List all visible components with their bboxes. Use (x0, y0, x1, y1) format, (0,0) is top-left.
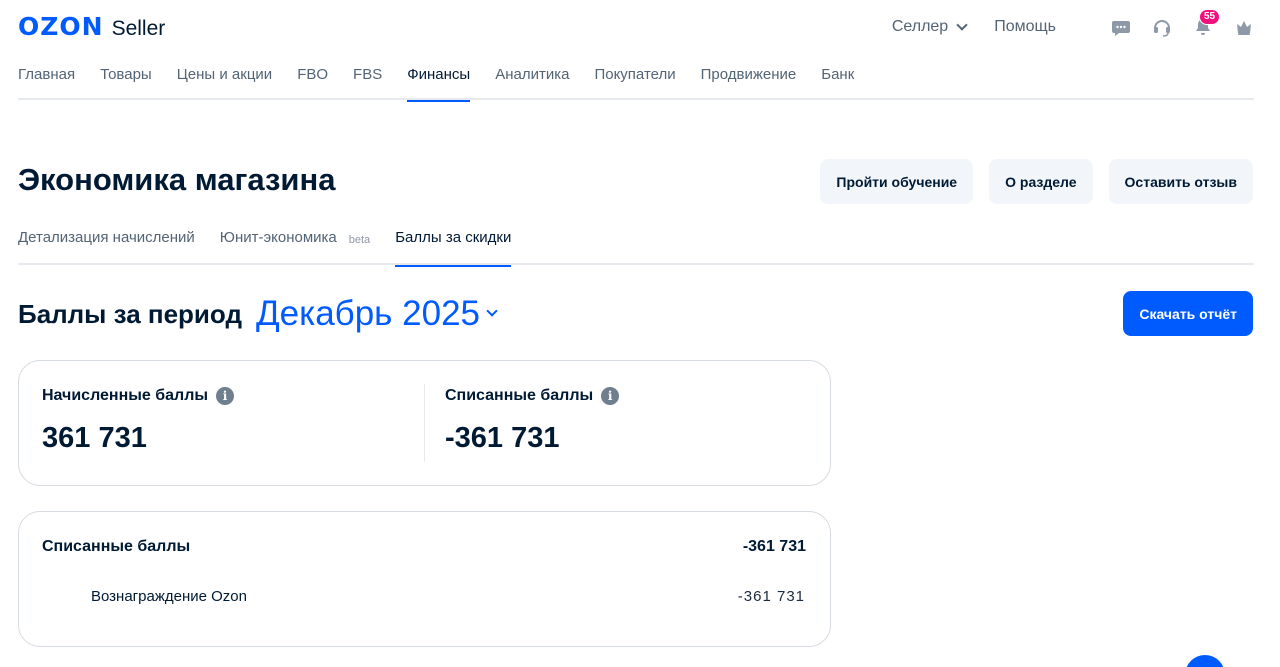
period-label: Баллы за период (18, 298, 242, 329)
seller-menu-button[interactable]: Селлер (891, 18, 968, 36)
accrued-points-value: 361 731 (42, 422, 147, 454)
page-title: Экономика магазина (18, 162, 336, 197)
period-selector[interactable]: Декабрь 2025 (255, 294, 498, 334)
seller-menu-label: Селлер (891, 18, 949, 35)
info-icon[interactable]: i (601, 387, 620, 405)
learn-button[interactable]: Пройти обучение (820, 159, 974, 204)
beta-badge: beta (348, 234, 371, 246)
accrued-points-label: Начисленные баллы (42, 387, 209, 404)
debited-points-label: Списанные баллы (445, 387, 594, 404)
tab-unit-economics-label: Юнит-экономика (219, 229, 337, 246)
ozon-seller-logo[interactable]: OZON Seller (18, 12, 165, 41)
chevron-down-icon (486, 305, 498, 317)
nav-item-analytics[interactable]: Аналитика (495, 66, 569, 100)
tab-accrual-details-label: Детализация начислений (18, 229, 195, 246)
nav-item-prices[interactable]: Цены и акции (177, 66, 272, 100)
section-tabs: Детализация начислений Юнит-экономика be… (18, 229, 1254, 267)
period-row: Баллы за период Декабрь 2025 (18, 291, 498, 337)
period-value: Декабрь 2025 (255, 294, 481, 333)
nav-item-fbo[interactable]: FBO (297, 66, 328, 100)
breakdown-row-value: -361 731 (737, 588, 805, 605)
notifications-bell-icon[interactable]: 55 (1193, 9, 1221, 37)
summary-divider (424, 384, 425, 462)
nav-item-main[interactable]: Главная (18, 66, 75, 100)
breakdown-row-label: Вознаграждение Ozon (91, 588, 247, 605)
logo-ozon-text: OZON (18, 12, 104, 41)
logo-seller-text: Seller (111, 17, 166, 40)
crown-icon[interactable] (1234, 17, 1254, 37)
top-bar: OZON Seller Селлер Помощь 55 (18, 0, 1254, 52)
help-link[interactable]: Помощь (994, 18, 1056, 36)
accrued-points-stat: Начисленные баллы i 361 731 (42, 387, 235, 455)
chat-icon[interactable] (1111, 17, 1131, 37)
accrued-points-label-row: Начисленные баллы i (42, 387, 235, 405)
nav-item-promotion[interactable]: Продвижение (701, 66, 797, 100)
help-label: Помощь (994, 18, 1056, 35)
about-section-button[interactable]: О разделе (989, 159, 1093, 204)
nav-item-customers[interactable]: Покупатели (594, 66, 675, 100)
debited-points-breakdown-card: Списанные баллы -361 731 Вознаграждение … (18, 511, 831, 647)
nav-item-fbs[interactable]: FBS (353, 66, 382, 100)
tab-discount-points[interactable]: Баллы за скидки (395, 229, 512, 267)
page-actions: Пройти обучение О разделе Оставить отзыв (804, 159, 1253, 204)
nav-item-bank[interactable]: Банк (821, 66, 854, 100)
breakdown-header-row: Списанные баллы -361 731 (42, 538, 806, 556)
chat-support-fab[interactable] (1185, 655, 1225, 667)
breakdown-title: Списанные баллы (42, 538, 191, 555)
info-icon[interactable]: i (216, 387, 235, 405)
headset-support-icon[interactable] (1152, 17, 1172, 37)
main-nav: Главная Товары Цены и акции FBO FBS Фина… (18, 66, 1254, 102)
tab-discount-points-label: Баллы за скидки (395, 229, 512, 246)
chevron-down-icon (956, 19, 968, 31)
notifications-badge: 55 (1199, 9, 1221, 25)
nav-item-products[interactable]: Товары (100, 66, 152, 100)
download-report-button[interactable]: Скачать отчёт (1123, 291, 1253, 336)
debited-points-stat: Списанные баллы i -361 731 (445, 387, 620, 455)
top-right-menu: Селлер Помощь 55 (891, 9, 1254, 41)
nav-item-finance[interactable]: Финансы (407, 66, 470, 102)
leave-feedback-button[interactable]: Оставить отзыв (1108, 159, 1253, 204)
tab-unit-economics[interactable]: Юнит-экономика beta (220, 229, 370, 265)
debited-points-label-row: Списанные баллы i (445, 387, 620, 405)
debited-points-value: -361 731 (445, 422, 560, 454)
points-summary-card: Начисленные баллы i 361 731 Списанные ба… (18, 360, 831, 486)
list-item: Вознаграждение Ozon -361 731 (91, 588, 805, 605)
breakdown-total: -361 731 (742, 538, 806, 555)
tab-accrual-details[interactable]: Детализация начислений (18, 229, 195, 265)
